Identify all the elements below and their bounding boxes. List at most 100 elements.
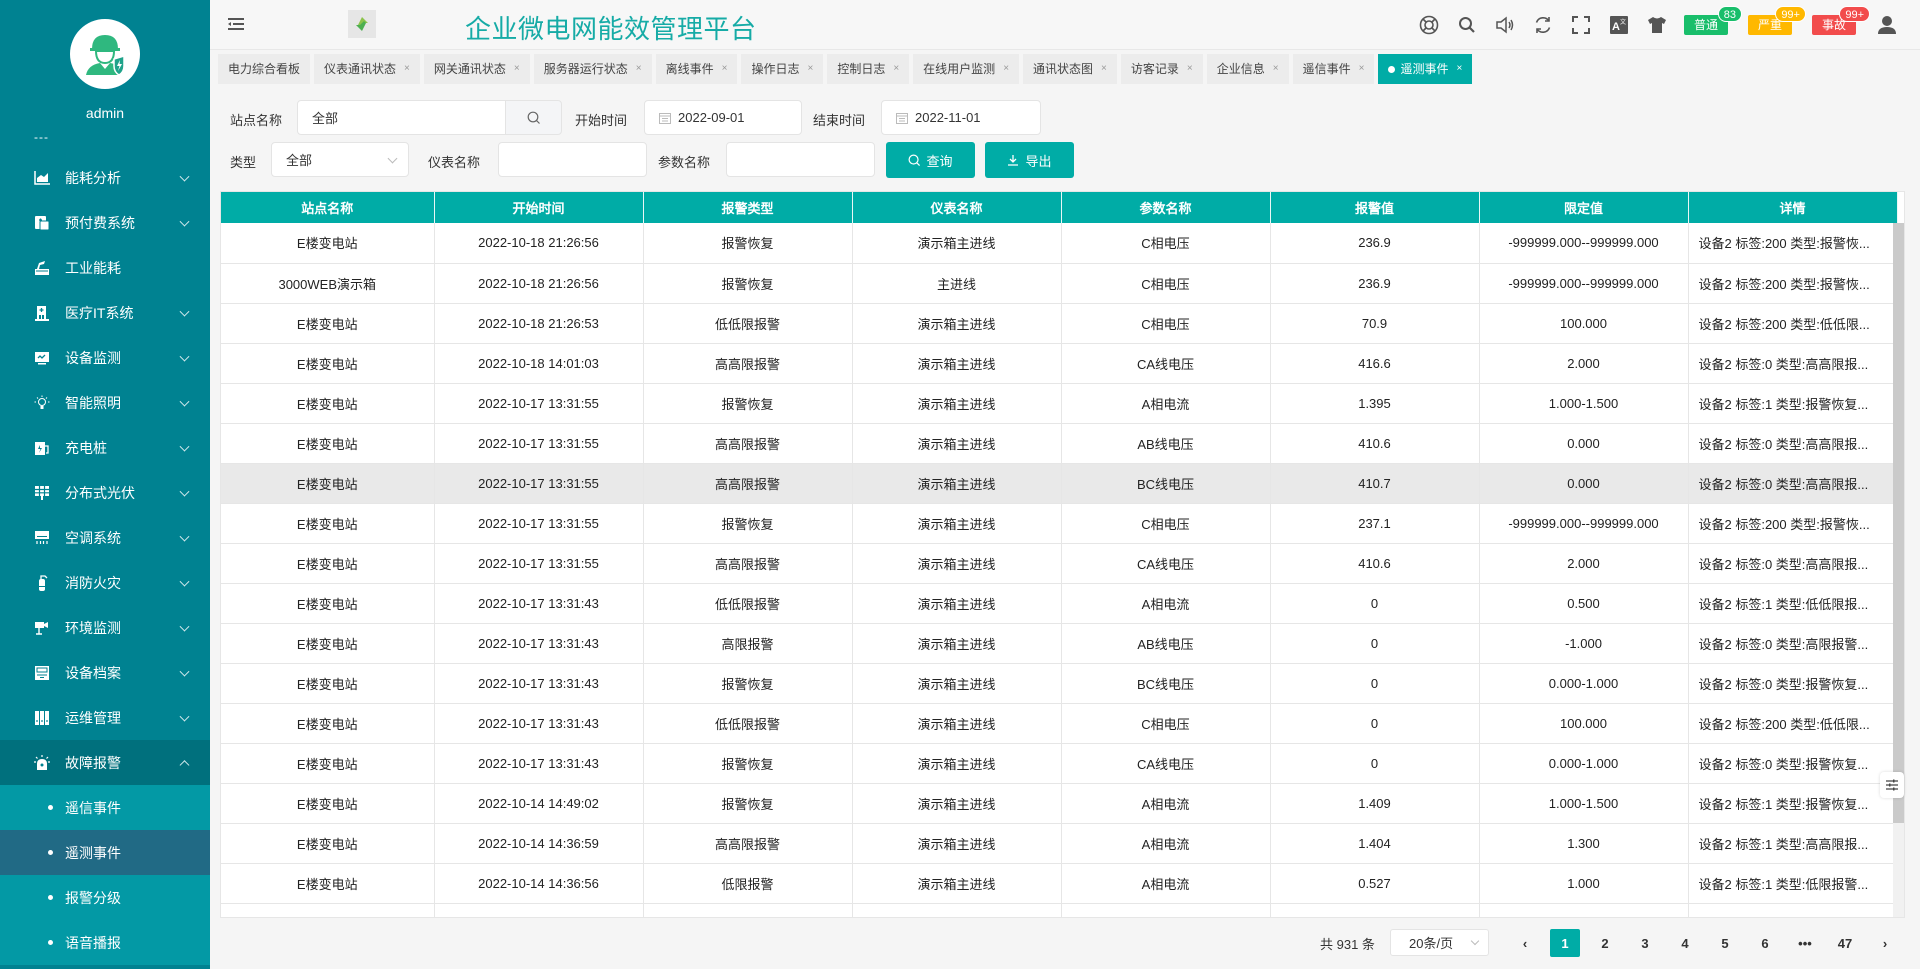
- tab-9[interactable]: 访客记录 ×: [1120, 54, 1203, 84]
- column-header[interactable]: 限定值: [1479, 192, 1689, 223]
- table-row[interactable]: E楼变电站 2022-10-17 13:31:55 报警恢复 演示箱主进线 A相电流 1.…: [221, 383, 1898, 424]
- page-button-4[interactable]: 4: [1670, 929, 1700, 957]
- table-row[interactable]: 3000WEB演示箱 2022-10-18 21:26:56 报警恢复 主进线 C相电压…: [221, 263, 1898, 304]
- tab-1[interactable]: 仪表通讯状态 ×: [314, 54, 420, 84]
- table-row[interactable]: E楼变电站 2022-10-14 14:49:02 报警恢复 演示箱主进线 A相电流 1.…: [221, 783, 1898, 824]
- badge-severe[interactable]: 严重 99+: [1747, 6, 1806, 35]
- tab-4[interactable]: 离线事件 ×: [655, 54, 738, 84]
- prev-page-button[interactable]: ‹: [1510, 929, 1540, 957]
- sidebar-item-6[interactable]: 充电桩: [0, 425, 210, 470]
- table-row[interactable]: E楼变电站 2022-10-18 21:26:56 报警恢复 演示箱主进线 C相电压 23…: [221, 223, 1898, 264]
- table-row[interactable]: E楼变电站 2022-10-14 14:36:56 低限报警 演示箱主进线 A相电流 0.…: [221, 863, 1898, 904]
- tab-2[interactable]: 网关通讯状态 ×: [423, 54, 530, 84]
- table-row[interactable]: E楼变电站 2022-10-17 13:31:55 高高限报警 演示箱主进线 BC线电压…: [221, 463, 1898, 504]
- page-button-2[interactable]: 2: [1590, 929, 1620, 957]
- table-row[interactable]: E楼变电站 2022-10-14 14:36:59 高高限报警 演示箱主进线 A相电流 1…: [221, 823, 1898, 864]
- close-icon[interactable]: ×: [1101, 54, 1107, 84]
- theme-shirt-icon[interactable]: [1646, 14, 1668, 36]
- tab-3[interactable]: 服务器运行状态 ×: [533, 54, 652, 84]
- close-icon[interactable]: ×: [404, 54, 410, 84]
- column-header[interactable]: 报警类型: [643, 192, 853, 223]
- column-header[interactable]: 站点名称: [221, 192, 435, 223]
- close-icon[interactable]: ×: [1359, 54, 1365, 84]
- meter-name-input[interactable]: [498, 142, 647, 177]
- column-header[interactable]: 报警值: [1270, 192, 1480, 223]
- column-header[interactable]: 详情: [1688, 192, 1898, 223]
- menu-toggle-icon[interactable]: [228, 17, 244, 31]
- table-row[interactable]: E楼变电站 2022-10-17 13:31:43 低低限报警 演示箱主进线 C相电压 0…: [221, 703, 1898, 744]
- query-button[interactable]: 查询: [886, 142, 975, 178]
- tab-5[interactable]: 操作日志 ×: [741, 54, 824, 84]
- page-button-1[interactable]: 1: [1550, 929, 1580, 957]
- sidebar-item-1[interactable]: 预付费系统: [0, 200, 210, 245]
- page-button-47[interactable]: 47: [1830, 929, 1860, 957]
- table-row[interactable]: E楼变电站 2022-10-18 21:26:53 低低限报警 演示箱主进线 C相电压 7…: [221, 303, 1898, 344]
- tab-12[interactable]: 遥测事件 ×: [1378, 54, 1473, 84]
- search-icon[interactable]: [1456, 14, 1478, 36]
- help-ring-icon[interactable]: [1418, 14, 1440, 36]
- sidebar-item-10[interactable]: 环境监测: [0, 605, 210, 650]
- table-row[interactable]: E楼变电站 2022-10-17 13:31:55 高高限报警 演示箱主进线 CA线电压…: [221, 543, 1898, 584]
- table-scrollbar[interactable]: [1893, 223, 1904, 917]
- start-date-input[interactable]: 2022-09-01: [644, 100, 802, 135]
- avatar[interactable]: [70, 19, 140, 89]
- export-button[interactable]: 导出: [985, 142, 1074, 178]
- sidebar-item-3[interactable]: 医疗IT系统: [0, 290, 210, 335]
- close-icon[interactable]: ×: [722, 54, 728, 84]
- station-input[interactable]: 全部: [297, 100, 506, 135]
- page-button-6[interactable]: 6: [1750, 929, 1780, 957]
- tab-11[interactable]: 遥信事件 ×: [1292, 54, 1375, 84]
- sidebar-subitem-3[interactable]: 语音播报: [0, 920, 210, 965]
- station-search-button[interactable]: [505, 100, 562, 135]
- close-icon[interactable]: ×: [1456, 54, 1462, 84]
- column-header[interactable]: 仪表名称: [852, 192, 1062, 223]
- translate-icon[interactable]: A文: [1608, 14, 1630, 36]
- sidebar-subitem-0[interactable]: 遥信事件: [0, 785, 210, 830]
- tab-6[interactable]: 控制日志 ×: [827, 54, 910, 84]
- close-icon[interactable]: ×: [807, 54, 813, 84]
- fullscreen-icon[interactable]: [1570, 14, 1592, 36]
- next-page-button[interactable]: ›: [1870, 929, 1900, 957]
- badge-accident[interactable]: 事故 99+: [1811, 6, 1870, 35]
- table-row[interactable]: E楼变电站 2022-10-17 13:31:43 低低限报警 演示箱主进线 A相电流 0…: [221, 583, 1898, 624]
- close-icon[interactable]: ×: [636, 54, 642, 84]
- close-icon[interactable]: ×: [1273, 54, 1279, 84]
- sidebar-item-0[interactable]: 能耗分析: [0, 155, 210, 200]
- page-button-5[interactable]: 5: [1710, 929, 1740, 957]
- page-size-select[interactable]: 20条/页: [1390, 929, 1489, 956]
- column-settings-button[interactable]: [1880, 772, 1904, 798]
- close-icon[interactable]: ×: [893, 54, 899, 84]
- table-row[interactable]: E楼变电站 2022-10-17 13:31:43 报警恢复 演示箱主进线 BC线电压 0…: [221, 663, 1898, 704]
- sidebar-subitem-2[interactable]: 报警分级: [0, 875, 210, 920]
- type-select[interactable]: 全部: [271, 142, 409, 177]
- more-pages-ellipsis[interactable]: •••: [1790, 929, 1820, 957]
- tab-10[interactable]: 企业信息 ×: [1206, 54, 1289, 84]
- scrollbar-thumb[interactable]: [1893, 223, 1904, 823]
- column-header[interactable]: 开始时间: [434, 192, 644, 223]
- sidebar-item-5[interactable]: 智能照明: [0, 380, 210, 425]
- end-date-input[interactable]: 2022-11-01: [881, 100, 1041, 135]
- param-name-input[interactable]: [726, 142, 875, 177]
- sidebar-item-9[interactable]: 消防火灾: [0, 560, 210, 605]
- sidebar-item-13[interactable]: 故障报警: [0, 740, 210, 785]
- sidebar-subitem-1[interactable]: 遥测事件: [0, 830, 210, 875]
- table-row[interactable]: E楼变电站 2022-10-17 13:31:55 报警恢复 演示箱主进线 C相电压 23…: [221, 503, 1898, 544]
- sidebar-item-4[interactable]: 设备监测: [0, 335, 210, 380]
- tab-8[interactable]: 通讯状态图 ×: [1023, 54, 1117, 84]
- table-row[interactable]: E楼变电站 2022-10-17 13:31:43 高限报警 演示箱主进线 AB线电压 0…: [221, 623, 1898, 664]
- user-icon[interactable]: [1876, 14, 1898, 36]
- volume-icon[interactable]: [1494, 14, 1516, 36]
- close-icon[interactable]: ×: [1187, 54, 1193, 84]
- badge-normal[interactable]: 普通 83: [1683, 6, 1742, 35]
- table-row[interactable]: E楼变电站 2022-10-17 13:31:43 报警恢复 演示箱主进线 CA线电压 0…: [221, 743, 1898, 784]
- table-row[interactable]: E楼变电站 低低限报警演示箱主进线A相电流 设备2 标签:1 类型:低低限报...: [221, 903, 1898, 917]
- sidebar-item-2[interactable]: 工业能耗: [0, 245, 210, 290]
- refresh-icon[interactable]: [1532, 14, 1554, 36]
- page-button-3[interactable]: 3: [1630, 929, 1660, 957]
- table-row[interactable]: E楼变电站 2022-10-17 13:31:55 高高限报警 演示箱主进线 AB线电压…: [221, 423, 1898, 464]
- close-icon[interactable]: ×: [514, 54, 520, 84]
- tab-7[interactable]: 在线用户监测 ×: [913, 54, 1020, 84]
- tab-0[interactable]: 电力综合看板: [218, 54, 311, 84]
- column-header[interactable]: 参数名称: [1061, 192, 1271, 223]
- sidebar-item-7[interactable]: 分布式光伏: [0, 470, 210, 515]
